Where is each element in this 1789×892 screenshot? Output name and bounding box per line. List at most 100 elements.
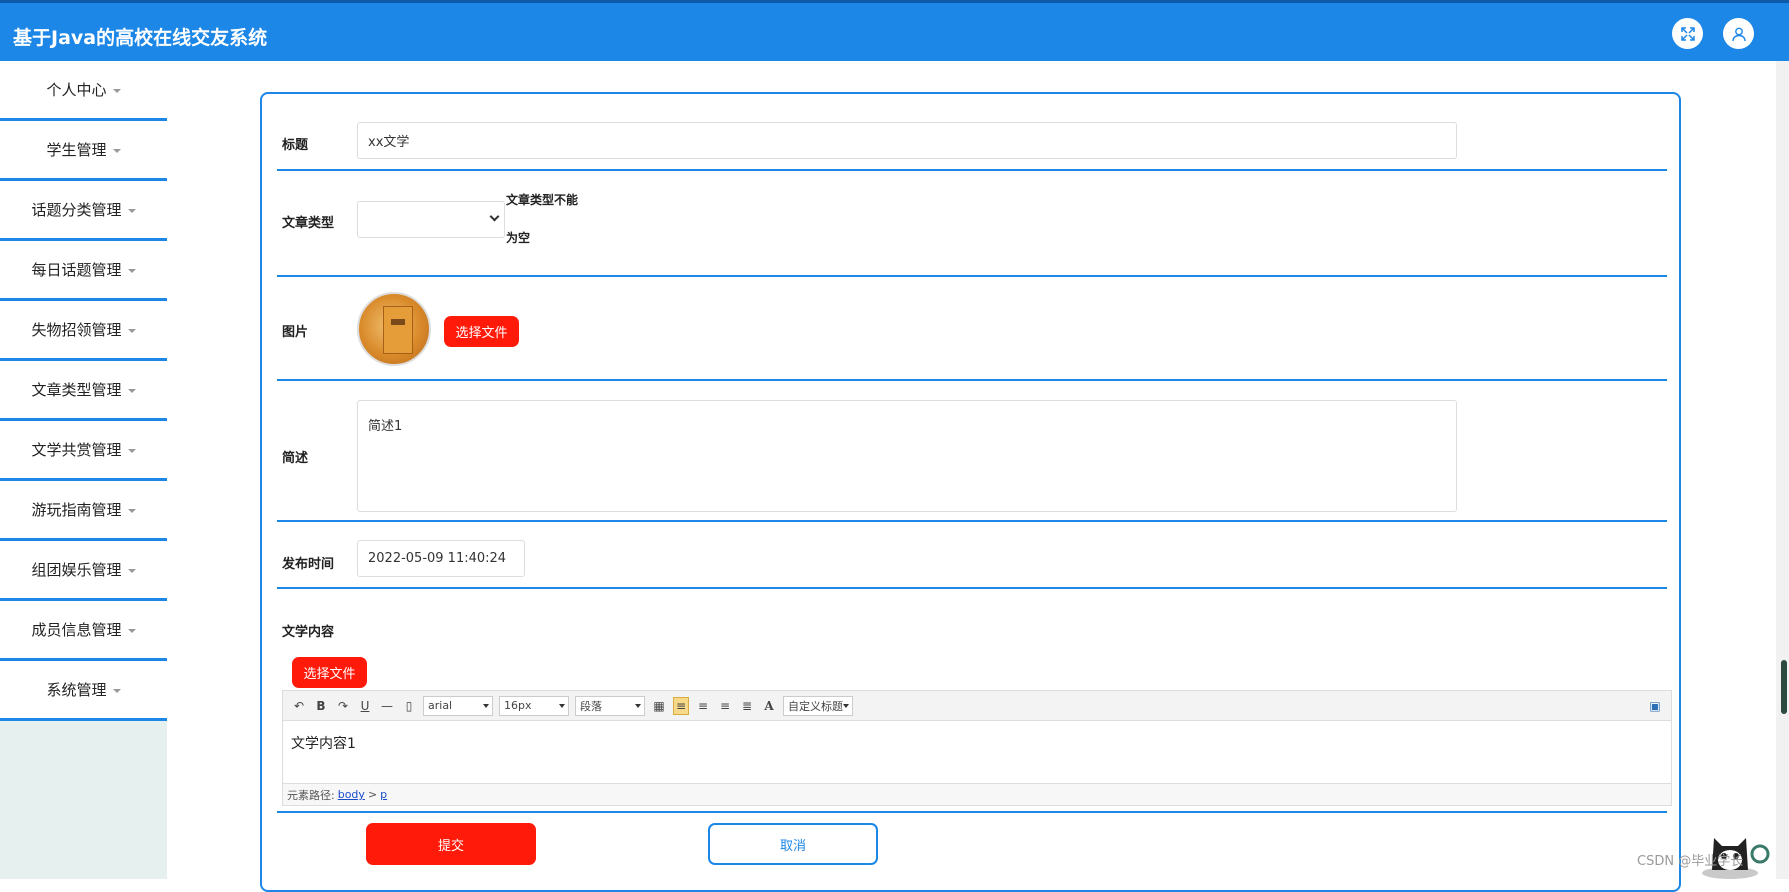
sidebar-item-label: 失物招领管理: [31, 321, 122, 339]
document-icon[interactable]: ▯: [401, 697, 417, 715]
horizontal-rule-icon[interactable]: —: [379, 697, 395, 715]
chevron-down-icon: [489, 211, 500, 222]
scrollbar-track[interactable]: [1776, 61, 1789, 879]
choose-content-file-button[interactable]: 选择文件: [292, 657, 367, 688]
font-size-value: 16px: [504, 699, 532, 712]
element-path-bar: 元素路径: body > p: [283, 783, 1671, 805]
user-icon[interactable]: [1723, 18, 1754, 49]
content-label: 文学内容: [282, 625, 335, 640]
table-icon[interactable]: ▦: [651, 697, 667, 715]
align-right-icon[interactable]: ≡: [695, 697, 711, 715]
sidebar-item-label: 话题分类管理: [31, 201, 122, 219]
caret-down-icon: [559, 703, 565, 708]
article-type-select[interactable]: [357, 201, 505, 238]
summary-label: 简述: [282, 451, 309, 466]
font-size-select[interactable]: 16px: [499, 695, 569, 716]
caret-down-icon: [112, 88, 121, 93]
csdn-watermark: CSDN @毕业学长: [1637, 854, 1744, 869]
expand-icon[interactable]: [1672, 18, 1703, 49]
sidebar-item-label: 学生管理: [46, 141, 107, 159]
submit-button[interactable]: 提交: [366, 823, 536, 865]
custom-title-select[interactable]: 自定义标题: [783, 695, 853, 716]
app-title: 基于Java的高校在线交友系统: [13, 27, 268, 49]
caret-down-icon: [127, 568, 136, 573]
paragraph-value: 段落: [580, 699, 602, 713]
image-label: 图片: [282, 325, 309, 340]
sidebar-item-label: 系统管理: [46, 681, 107, 699]
summary-textarea[interactable]: 简述1: [357, 400, 1457, 512]
sidebar-item-article-type[interactable]: 文章类型管理: [0, 361, 167, 421]
title-label: 标题: [282, 138, 309, 153]
content-row: 文学内容 选择文件 ↶ B ↷ U — ▯ arial 16px 段落 ▦ ≡ …: [277, 589, 1672, 813]
caret-down-icon: [127, 268, 136, 273]
form-panel: 标题 xx文学 文章类型 文章类型不能为空 图片 选择文件 简述 简述1 发布时…: [260, 92, 1681, 892]
top-bar: 基于Java的高校在线交友系统: [0, 0, 1789, 61]
caret-down-icon: [127, 508, 136, 513]
paragraph-select[interactable]: 段落: [575, 695, 645, 716]
publish-time-label: 发布时间: [282, 557, 335, 572]
sidebar-item-topic-category[interactable]: 话题分类管理: [0, 181, 167, 241]
scrollbar-thumb[interactable]: [1781, 660, 1787, 714]
book-cover-image: [383, 306, 413, 354]
caret-down-icon: [635, 703, 641, 708]
bold-button[interactable]: B: [313, 697, 329, 715]
element-path-p-link[interactable]: p: [380, 788, 387, 801]
font-family-value: arial: [428, 699, 453, 712]
editor-content[interactable]: 文学内容1: [291, 733, 356, 753]
underline-button[interactable]: U: [357, 697, 373, 715]
choose-image-button[interactable]: 选择文件: [444, 316, 519, 347]
sidebar-item-label: 成员信息管理: [31, 621, 122, 639]
custom-title-value: 自定义标题: [788, 699, 843, 713]
element-path-label: 元素路径:: [287, 788, 335, 802]
article-type-row: 文章类型 文章类型不能为空: [277, 171, 1667, 277]
article-type-error: 文章类型不能为空: [506, 193, 579, 245]
align-left-icon[interactable]: ≡: [673, 696, 689, 715]
sidebar-item-travel-guide[interactable]: 游玩指南管理: [0, 481, 167, 541]
caret-down-icon: [112, 688, 121, 693]
sidebar-item-personal-center[interactable]: 个人中心: [0, 61, 167, 121]
caret-down-icon: [112, 148, 121, 153]
editor-toolbar: ↶ B ↷ U — ▯ arial 16px 段落 ▦ ≡ ≡ ≡ ≣ A 自定…: [283, 691, 1671, 721]
title-input[interactable]: xx文学: [357, 122, 1457, 159]
caret-down-icon: [127, 448, 136, 453]
title-row: 标题 xx文学: [277, 94, 1667, 171]
sidebar-item-label: 游玩指南管理: [31, 501, 122, 519]
article-type-label: 文章类型: [282, 216, 335, 231]
caret-down-icon: [127, 208, 136, 213]
sidebar-item-group-entertainment[interactable]: 组团娱乐管理: [0, 541, 167, 601]
sidebar-item-daily-topic[interactable]: 每日话题管理: [0, 241, 167, 301]
cat-mascot-image: [1700, 818, 1770, 879]
caret-down-icon: [127, 328, 136, 333]
image-preview: [357, 292, 431, 366]
rich-text-editor: ↶ B ↷ U — ▯ arial 16px 段落 ▦ ≡ ≡ ≡ ≣ A 自定…: [282, 690, 1672, 806]
publish-time-input[interactable]: 2022-05-09 11:40:24: [357, 540, 525, 577]
sidebar-item-label: 文章类型管理: [31, 381, 122, 399]
sidebar-item-literature[interactable]: 文学共赏管理: [0, 421, 167, 481]
element-path-separator: >: [367, 788, 378, 801]
font-color-button[interactable]: A: [761, 697, 777, 715]
sidebar-item-student[interactable]: 学生管理: [0, 121, 167, 181]
summary-row: 简述 简述1: [277, 381, 1667, 522]
sidebar-item-member-info[interactable]: 成员信息管理: [0, 601, 167, 661]
element-path-body-link[interactable]: body: [338, 788, 365, 801]
caret-down-icon: [127, 628, 136, 633]
redo-icon[interactable]: ↷: [335, 697, 351, 715]
caret-down-icon: [843, 703, 849, 708]
sidebar-item-lost-found[interactable]: 失物招领管理: [0, 301, 167, 361]
publish-time-row: 发布时间 2022-05-09 11:40:24: [277, 522, 1667, 589]
fullscreen-icon[interactable]: ▣: [1647, 697, 1663, 715]
caret-down-icon: [483, 703, 489, 708]
align-justify-icon[interactable]: ≣: [739, 697, 755, 715]
sidebar-item-label: 每日话题管理: [31, 261, 122, 279]
cancel-button[interactable]: 取消: [708, 823, 878, 865]
sidebar: 个人中心 学生管理 话题分类管理 每日话题管理 失物招领管理 文章类型管理 文学…: [0, 61, 167, 879]
align-center-icon[interactable]: ≡: [717, 697, 733, 715]
sidebar-item-label: 组团娱乐管理: [31, 561, 122, 579]
font-family-select[interactable]: arial: [423, 695, 493, 716]
sidebar-item-label: 文学共赏管理: [31, 441, 122, 459]
caret-down-icon: [127, 388, 136, 393]
sidebar-item-label: 个人中心: [46, 81, 107, 99]
undo-icon[interactable]: ↶: [291, 697, 307, 715]
sidebar-item-system[interactable]: 系统管理: [0, 661, 167, 721]
image-row: 图片 选择文件: [277, 277, 1667, 381]
